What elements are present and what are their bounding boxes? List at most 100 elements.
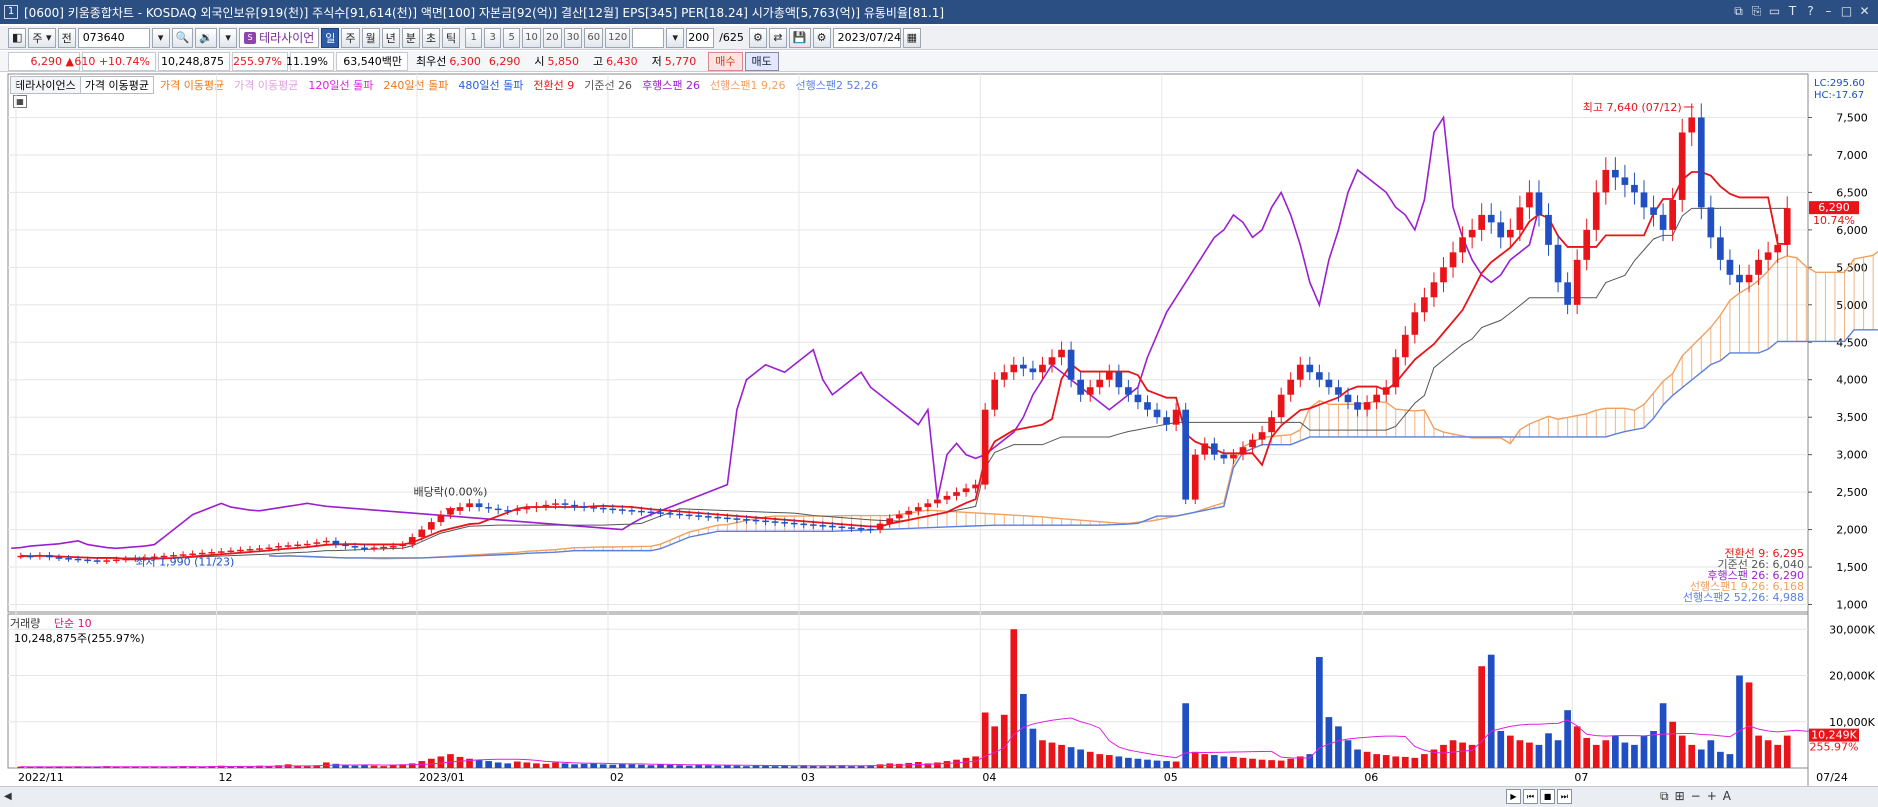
candle-body (1621, 177, 1629, 185)
candle-body (1048, 357, 1056, 365)
volume-bar (1258, 759, 1266, 768)
candle-body (36, 555, 44, 557)
volume-bar (408, 763, 416, 768)
candle-body (962, 488, 970, 493)
font-size-icon[interactable]: A (1723, 789, 1731, 804)
scroll-start-icon[interactable]: ⏮ (1523, 789, 1538, 804)
candle-body (303, 543, 311, 546)
candle-body (504, 510, 512, 512)
candle-body (571, 504, 578, 507)
volume-bar (1086, 751, 1094, 768)
candle-body (275, 546, 282, 548)
candle-body (1497, 222, 1505, 238)
x-axis-label: 06 (1364, 771, 1378, 784)
candle-body (466, 503, 473, 508)
dividend-arrow-icon (445, 508, 456, 517)
candle-body (437, 514, 445, 523)
price-chart[interactable]: 1,000 1,500 2,000 2,500 3,000 3,500 4,000 4,500… (0, 0, 1878, 786)
candle-body (972, 484, 979, 489)
chart-scrollbar[interactable]: ◀ ▶ ⏮ ■ ⏭ ⧉ ⊞ − + A (0, 786, 1878, 807)
candle-body (647, 511, 655, 514)
volume-bar (1325, 717, 1333, 768)
candle-body (1210, 443, 1218, 455)
candle-body (599, 507, 607, 510)
volume-bar (657, 764, 664, 768)
candle-body (17, 555, 25, 558)
volume-bar (1316, 657, 1323, 768)
volume-bar (1335, 726, 1342, 768)
candle-body (1115, 372, 1123, 388)
price-axis-label: 1,500 (1836, 561, 1868, 574)
volume-bar (1172, 761, 1180, 768)
candle-body (1650, 207, 1657, 215)
candle-body (1363, 402, 1371, 410)
volume-bar (1249, 758, 1256, 768)
volume-bar (1153, 760, 1161, 768)
copy-icon[interactable]: ⧉ (1660, 789, 1669, 804)
volume-bar (1363, 751, 1371, 768)
scroll-right-icon[interactable]: ▶ (1506, 789, 1521, 804)
candle-body (1535, 192, 1543, 215)
candle-body (418, 529, 426, 538)
volume-bar (876, 764, 884, 768)
layout-icon[interactable]: ⊞ (1675, 789, 1685, 804)
volume-bar (1392, 756, 1400, 768)
volume-bar (724, 765, 731, 768)
candle-body (953, 492, 960, 496)
candle-body (1449, 252, 1457, 268)
volume-bar (1573, 726, 1581, 768)
volume-bar (533, 763, 540, 768)
candle-body (895, 514, 903, 519)
candle-body (1306, 364, 1314, 373)
volume-bar (370, 765, 378, 768)
candle-body (1029, 368, 1037, 373)
volume-bar (618, 763, 626, 768)
candle-body (1325, 379, 1333, 388)
candle-body (886, 518, 894, 524)
candle-body (1144, 402, 1151, 410)
candle-body (351, 546, 359, 548)
volume-bar (1115, 756, 1123, 768)
volume-bar (1497, 731, 1505, 768)
volume-bar (1125, 757, 1132, 768)
volume-bar (332, 763, 340, 768)
volume-bar (447, 754, 454, 768)
candle-body (1220, 454, 1228, 459)
volume-legend-title[interactable]: 거래량 (10, 617, 40, 630)
volume-bar (934, 762, 941, 768)
candle-body (743, 519, 750, 521)
candle-body (1335, 387, 1342, 395)
scroll-left-icon[interactable]: ◀ (4, 791, 12, 802)
candle-body (838, 526, 846, 529)
volume-bar (1191, 751, 1199, 768)
volume-bar (1201, 754, 1209, 768)
volume-bar (762, 765, 769, 768)
stop-icon[interactable]: ■ (1540, 789, 1555, 804)
zoom-in-icon[interactable]: + (1707, 789, 1717, 804)
candle-body (485, 507, 492, 509)
volume-bar (981, 712, 989, 768)
candle-body (781, 522, 788, 524)
volume-bar (1029, 728, 1037, 768)
zoom-out-icon[interactable]: − (1691, 789, 1701, 804)
candle-body (1153, 409, 1161, 418)
candle-body (657, 512, 664, 514)
candle-body (246, 549, 254, 551)
volume-bar (1373, 754, 1380, 768)
volume-bar (1163, 761, 1170, 768)
candle-body (991, 379, 999, 410)
volume-bar (848, 766, 855, 768)
volume-legend-ma[interactable]: 단순 10 (54, 617, 92, 630)
candle-body (380, 546, 387, 549)
scroll-end-icon[interactable]: ⏭ (1557, 789, 1572, 804)
x-axis-label: 2022/11 (18, 771, 64, 784)
candle-body (1354, 402, 1361, 410)
candle-body (829, 525, 836, 528)
price-axis-label: 7,500 (1836, 111, 1868, 124)
volume-bar (1631, 744, 1638, 768)
candle-body (724, 517, 731, 520)
candle-body (628, 510, 636, 512)
candle-body (1249, 439, 1256, 448)
volume-bar (1354, 749, 1361, 768)
x-axis-end-label: 07/24 (1816, 771, 1848, 784)
